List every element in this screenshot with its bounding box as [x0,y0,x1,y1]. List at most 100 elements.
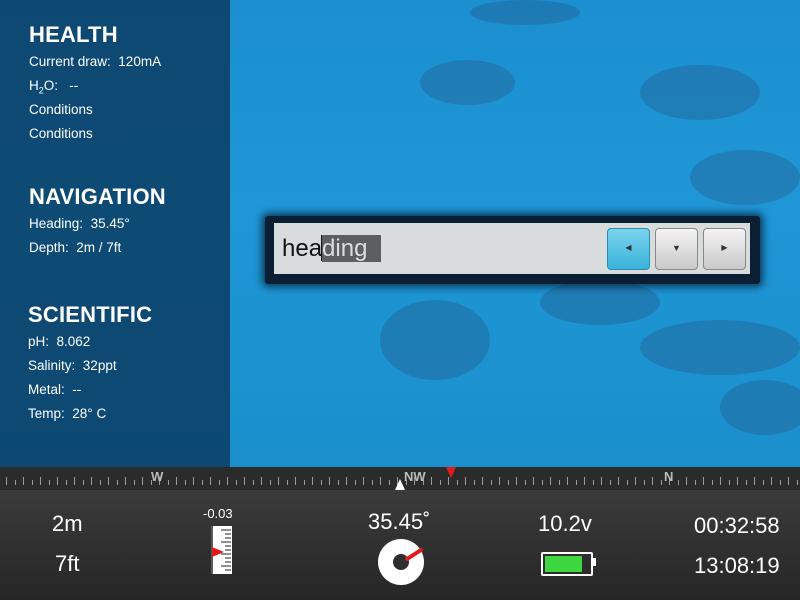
compass-tick [201,480,203,485]
ruler-gauge-icon [211,526,232,574]
fish-silhouette [690,150,800,205]
move-left-button[interactable]: ◀ [607,228,650,270]
text-input-field[interactable]: heading ◀ ▼ ▶ [274,223,750,274]
ph-label: pH: [28,334,50,349]
compass-tick [380,477,381,485]
compass-tick [541,480,543,485]
compass-tick [142,477,143,485]
compass-tick [278,477,279,485]
elapsed-time: 00:32:58 [694,513,780,538]
depth-value: 2m / 7ft [76,240,122,255]
move-down-button[interactable]: ▼ [655,228,698,270]
compass-tick [99,480,101,485]
input-text[interactable]: heading [282,235,382,263]
compass-tick [6,477,7,485]
heading-label: Heading: [29,216,84,231]
compass-tick [176,477,177,485]
compass-tick [779,480,781,485]
compass-tick [448,477,449,485]
metal-label: Metal: [28,382,65,397]
autocomplete-suggestion: ding [322,235,382,262]
scientific-section: SCIENTIFIC pH: 8.062 Salinity: 32ppt Met… [28,302,152,424]
compass-tick [754,477,755,485]
ph-row: pH: 8.062 [28,332,152,352]
compass-tick [40,477,41,485]
compass-tick [23,477,24,485]
compass-tick [635,477,636,485]
compass-tick [133,480,135,485]
compass-tick [108,477,109,485]
compass-tick [91,477,92,485]
compass-tick [762,480,764,485]
compass-tick [312,477,313,485]
compass-tick [439,480,441,485]
compass-tick [116,480,118,485]
compass-tick [74,477,75,485]
compass-tick [167,480,169,485]
compass-tick [244,477,245,485]
h2o-value: -- [69,78,79,93]
temp-value: 28° C [72,406,107,421]
compass-tick [516,477,517,485]
fish-silhouette [380,300,490,380]
compass-tick [125,477,126,485]
compass-tick [286,480,288,485]
salinity-label: Salinity: [28,358,76,373]
compass-tick [57,477,58,485]
compass-tick [643,480,645,485]
ph-value: 8.062 [56,334,91,349]
current-draw-label: Current draw: [29,54,111,69]
center-pointer-icon [395,479,405,490]
compass-tick [711,480,713,485]
fish-silhouette [640,320,800,375]
health-title: HEALTH [29,22,118,47]
current-draw-value: 120mA [118,54,162,69]
battery-icon [541,552,593,576]
salinity-row: Salinity: 32ppt [28,356,152,376]
compass-tick [550,477,551,485]
compass-tick [82,480,84,485]
compass-tick [193,477,194,485]
compass-tick [218,480,220,485]
compass-tick [337,480,339,485]
fish-silhouette [720,380,800,435]
compass-tick [465,477,466,485]
compass-tick [48,480,50,485]
depth-meters: 2m [52,511,83,536]
compass-tick [329,477,330,485]
compass-tick [796,480,798,485]
status-bar: 2m 7ft -0.03 35.45˚ 10.2v 00:32:58 13:08… [0,490,800,600]
move-right-button[interactable]: ▶ [703,228,746,270]
compass-tick [601,477,602,485]
scientific-title: SCIENTIFIC [28,302,153,327]
compass-label-n: N [664,469,674,484]
heading-row: Heading: 35.45° [29,214,166,234]
compass-tick [261,477,262,485]
compass-label-nw: NW [404,469,426,484]
temp-label: Temp: [28,406,65,421]
compass-tick [626,480,628,485]
compass-tick [388,480,390,485]
down-arrow-icon: ▼ [672,243,681,253]
compass-tick [567,477,568,485]
compass-tick [652,477,653,485]
depth-label: Depth: [29,240,69,255]
compass-tick [482,477,483,485]
compass-tick [609,480,611,485]
compass-tick [303,480,305,485]
fish-silhouette [640,65,760,120]
salinity-value: 32ppt [82,358,117,373]
compass-tick [431,477,432,485]
compass-tick [771,477,772,485]
compass-strip: W NW N [0,467,800,490]
compass-tick [456,480,458,485]
current-draw-row: Current draw: 120mA [29,52,161,72]
metal-row: Metal: -- [28,380,152,400]
compass-label-w: W [151,469,164,484]
compass-tick [65,480,67,485]
compass-tick [210,477,211,485]
temp-row: Temp: 28° C [28,404,152,424]
ruler-gauge-graphic [211,526,231,574]
heading-needle-icon [446,467,456,478]
compass-tick [363,477,364,485]
